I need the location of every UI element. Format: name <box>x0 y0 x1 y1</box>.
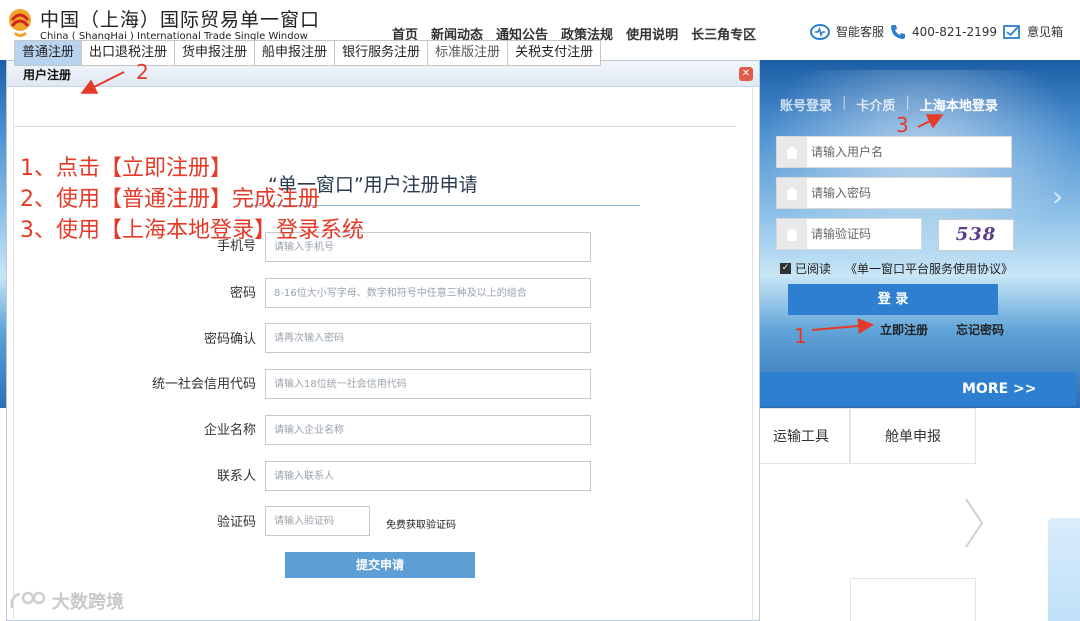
password-input[interactable] <box>811 180 1001 206</box>
username-input[interactable] <box>811 139 1001 165</box>
watermark: 大数跨境 <box>8 588 124 614</box>
checkbox-mail-icon <box>1003 24 1020 39</box>
password-reg-input[interactable] <box>266 279 590 307</box>
tab-normal-register[interactable]: 普通注册 <box>14 40 82 66</box>
contact-input[interactable] <box>266 462 590 490</box>
chat-icon <box>810 23 830 40</box>
verify-code-input[interactable] <box>266 507 369 535</box>
label-credit-code: 统一社会信用代码 <box>151 377 256 392</box>
label-verify-code: 验证码 <box>216 515 256 530</box>
shield-icon <box>777 219 807 249</box>
tab-account-login[interactable]: 账号登录 <box>780 95 832 114</box>
side-float-widget[interactable] <box>1048 518 1080 621</box>
tab-ship-register[interactable]: 船申报注册 <box>254 40 335 66</box>
more-link[interactable]: MORE >> <box>962 381 1037 397</box>
nav-yangtze-delta[interactable]: 长三角专区 <box>691 24 756 43</box>
agreement-row: ✓ 已阅读 《单一窗口平台服务使用协议》 <box>780 260 1013 277</box>
password-confirm-input[interactable] <box>266 324 590 352</box>
login-tabs: 账号登录 | 卡介质 | 上海本地登录 <box>780 95 998 114</box>
agree-prefix: 已阅读 <box>795 262 832 276</box>
phone-icon <box>891 24 906 39</box>
label-company-name: 企业名称 <box>203 423 256 438</box>
password-reg-field <box>265 278 591 308</box>
watermark-logo-icon <box>10 591 46 609</box>
password-confirm-field <box>265 323 591 353</box>
chevron-right-icon[interactable] <box>962 495 986 551</box>
password-field <box>776 177 1012 209</box>
phone-number: 400-821-2199 <box>912 24 998 39</box>
tab-cargo-register[interactable]: 货申报注册 <box>174 40 255 66</box>
verify-code-field <box>265 506 370 536</box>
screen: 中国（上海）国际贸易单一窗口 China ( ShangHai ) Intern… <box>0 0 1080 621</box>
tab-standard-register[interactable]: 标准版注册 <box>427 40 508 66</box>
captcha-image[interactable]: 538 <box>938 219 1014 251</box>
feedback-link[interactable]: 意见箱 <box>1027 23 1063 40</box>
label-contact: 联系人 <box>216 469 256 484</box>
tab-shanghai-local-login[interactable]: 上海本地登录 <box>920 95 998 114</box>
contact-field <box>265 461 591 491</box>
credit-code-field <box>265 369 591 399</box>
tab-export-rebate-register[interactable]: 出口退税注册 <box>81 40 175 66</box>
marker-1: 1 <box>794 324 807 348</box>
site-title: 中国（上海）国际贸易单一窗口 <box>40 9 321 31</box>
nav-manual[interactable]: 使用说明 <box>626 24 678 43</box>
marker-3: 3 <box>896 113 909 137</box>
marker-2: 2 <box>136 60 149 84</box>
user-icon <box>777 137 807 167</box>
close-icon[interactable]: ✕ <box>739 67 753 81</box>
get-code-link[interactable]: 免费获取验证码 <box>386 516 456 531</box>
header-tools: 智能客服 400-821-2199 意见箱 <box>810 23 1063 40</box>
tab-divider <box>14 126 736 127</box>
tab-separator: | <box>842 95 847 110</box>
register-tabs: 普通注册 出口退税注册 货申报注册 船申报注册 银行服务注册 标准版注册 关税支… <box>14 40 602 66</box>
submit-button[interactable]: 提交申请 <box>285 552 475 578</box>
label-password: 密码 <box>229 286 256 301</box>
tile-manifest[interactable]: 舱单申报 <box>850 408 976 464</box>
banner-next-icon[interactable]: › <box>1052 180 1063 213</box>
forgot-password-link[interactable]: 忘记密码 <box>956 321 1004 338</box>
company-name-field <box>265 415 591 445</box>
login-button[interactable]: 登 录 <box>788 284 998 315</box>
watermark-text: 大数跨境 <box>52 592 124 613</box>
register-now-link[interactable]: 立即注册 <box>880 321 928 338</box>
step-note-3: 3、使用【上海本地登录】登录系统 <box>20 218 364 243</box>
agree-checkbox[interactable]: ✓ <box>780 263 791 274</box>
username-field <box>776 136 1012 168</box>
tile-placeholder <box>850 578 976 621</box>
dialog-title: 用户注册 <box>23 68 72 82</box>
captcha-field <box>776 218 1001 250</box>
step-note-2: 2、使用【普通注册】完成注册 <box>20 187 320 212</box>
credit-code-input[interactable] <box>266 370 590 398</box>
agreement-link[interactable]: 《单一窗口平台服务使用协议》 <box>845 260 1013 277</box>
tab-card-login[interactable]: 卡介质 <box>856 95 895 114</box>
company-name-input[interactable] <box>266 416 590 444</box>
step-note-1: 1、点击【立即注册】 <box>20 156 232 181</box>
smart-service-link[interactable]: 智能客服 <box>836 23 884 40</box>
tile-transport[interactable]: 运输工具 <box>752 408 850 464</box>
label-password-confirm: 密码确认 <box>203 332 256 347</box>
tab-bank-register[interactable]: 银行服务注册 <box>334 40 428 66</box>
tab-tariff-register[interactable]: 关税支付注册 <box>507 40 602 66</box>
lock-icon <box>777 178 807 208</box>
tab-separator: | <box>905 95 910 110</box>
